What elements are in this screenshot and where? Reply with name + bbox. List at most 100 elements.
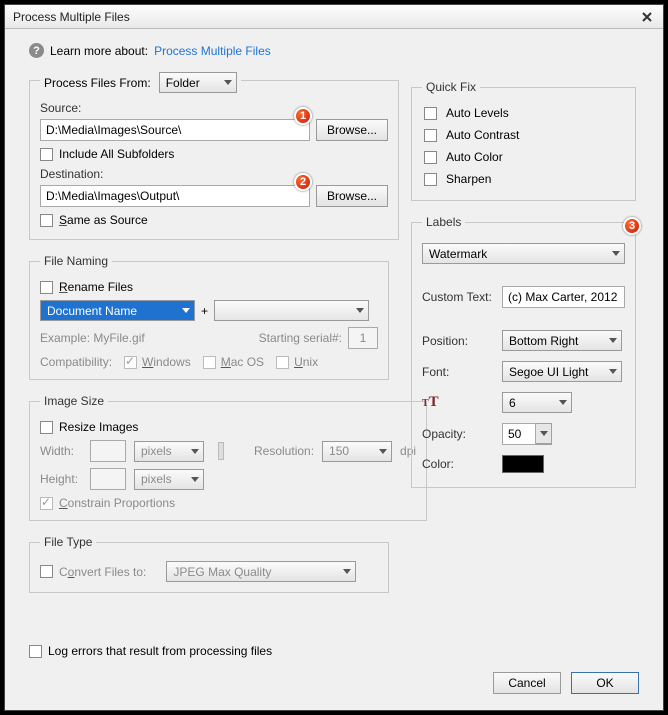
starting-serial-label: Starting serial#: — [259, 331, 342, 345]
font-select[interactable]: Segoe UI Light — [502, 361, 622, 382]
annotation-marker-3: 3 — [623, 217, 641, 235]
sharpen-label: Sharpen — [446, 172, 491, 186]
link-dimensions-icon — [218, 442, 224, 460]
height-label: Height: — [40, 472, 82, 486]
file-type-group: File Type Convert Files to: JPEG Max Qua… — [29, 535, 389, 593]
compat-windows-checkbox — [124, 356, 137, 369]
chevron-down-icon — [609, 369, 617, 374]
plus-label: + — [201, 304, 208, 318]
opacity-spinner[interactable] — [536, 423, 552, 445]
dialog-content: ? Learn more about: Process Multiple Fil… — [5, 29, 663, 710]
cancel-button[interactable]: Cancel — [493, 672, 561, 694]
height-input — [90, 468, 126, 490]
log-errors-label: Log errors that result from processing f… — [48, 644, 272, 658]
width-input — [90, 440, 126, 462]
height-unit-select: pixels — [134, 469, 204, 490]
image-size-legend: Image Size — [40, 394, 108, 408]
compat-unix-label: Unix — [294, 355, 318, 369]
labels-group: Labels 3 Watermark Custom Text: Position… — [411, 215, 636, 488]
font-label: Font: — [422, 365, 502, 379]
auto-contrast-checkbox[interactable] — [424, 129, 437, 142]
chevron-down-icon — [559, 400, 567, 405]
image-size-group: Image Size Resize Images Width: pixels R… — [29, 394, 427, 521]
process-from-label: Process Files From: — [44, 76, 151, 90]
example-label: Example: MyFile.gif — [40, 331, 145, 345]
auto-levels-checkbox[interactable] — [424, 107, 437, 120]
name-part1-select[interactable]: Document Name — [40, 300, 195, 321]
compat-unix-checkbox — [276, 356, 289, 369]
destination-browse-button[interactable]: Browse... — [316, 185, 388, 207]
labels-legend: Labels — [422, 215, 465, 229]
chevron-down-icon[interactable] — [536, 424, 551, 444]
log-errors-checkbox[interactable] — [29, 645, 42, 658]
compat-mac-checkbox — [203, 356, 216, 369]
process-from-group: Process Files From: Folder Source: Brows… — [29, 80, 399, 240]
color-swatch[interactable] — [502, 455, 544, 473]
process-from-select[interactable]: Folder — [159, 72, 237, 93]
chevron-down-icon — [191, 449, 199, 454]
source-browse-button[interactable]: Browse... — [316, 119, 388, 141]
convert-files-checkbox[interactable] — [40, 565, 53, 578]
opacity-input[interactable] — [502, 423, 536, 445]
dialog-window: Process Multiple Files ? Learn more abou… — [4, 4, 664, 711]
compat-label: Compatibility: — [40, 355, 112, 369]
same-as-source-checkbox[interactable] — [40, 214, 53, 227]
chevron-down-icon — [191, 477, 199, 482]
width-unit-select: pixels — [134, 441, 204, 462]
destination-path-input[interactable] — [40, 185, 310, 207]
resolution-label: Resolution: — [254, 444, 314, 458]
destination-label: Destination: — [40, 167, 103, 181]
resolution-select: 150 — [322, 441, 392, 462]
include-subfolders-label: Include All Subfolders — [59, 147, 174, 161]
opacity-label: Opacity: — [422, 427, 502, 441]
label-type-select[interactable]: Watermark — [422, 243, 625, 264]
quick-fix-legend: Quick Fix — [422, 80, 480, 94]
font-size-select[interactable]: 6 — [502, 392, 572, 413]
chevron-down-icon — [182, 308, 190, 313]
titlebar: Process Multiple Files — [5, 5, 663, 29]
position-label: Position: — [422, 334, 502, 348]
learn-more-link[interactable]: Process Multiple Files — [154, 44, 271, 58]
same-as-source-label: Same as Source — [59, 213, 148, 227]
chevron-down-icon — [356, 308, 364, 313]
chevron-down-icon — [609, 338, 617, 343]
chevron-down-icon — [612, 251, 620, 256]
sharpen-checkbox[interactable] — [424, 173, 437, 186]
name-part2-select[interactable] — [214, 300, 369, 321]
text-size-icon: TT — [422, 394, 439, 410]
help-icon: ? — [29, 43, 44, 58]
include-subfolders-checkbox[interactable] — [40, 148, 53, 161]
file-naming-group: File Naming Rename Files Document Name + — [29, 254, 389, 380]
chevron-down-icon — [379, 449, 387, 454]
rename-files-checkbox[interactable] — [40, 281, 53, 294]
width-label: Width: — [40, 444, 82, 458]
close-icon[interactable] — [639, 10, 655, 24]
auto-color-checkbox[interactable] — [424, 151, 437, 164]
source-path-input[interactable] — [40, 119, 310, 141]
resize-images-checkbox[interactable] — [40, 421, 53, 434]
compat-windows-label: Windows — [142, 355, 191, 369]
position-select[interactable]: Bottom Right — [502, 330, 622, 351]
log-errors-row: Log errors that result from processing f… — [29, 644, 272, 658]
starting-serial-input — [348, 327, 378, 349]
resize-images-label: Resize Images — [59, 420, 138, 434]
auto-contrast-label: Auto Contrast — [446, 128, 519, 142]
rename-files-label: Rename Files — [59, 280, 133, 294]
chevron-down-icon — [224, 80, 232, 85]
constrain-label: Constrain Proportions — [59, 496, 175, 510]
window-title: Process Multiple Files — [13, 10, 130, 24]
annotation-marker-1: 1 — [294, 107, 312, 125]
custom-text-label: Custom Text: — [422, 290, 502, 304]
file-type-legend: File Type — [40, 535, 96, 549]
quick-fix-group: Quick Fix Auto Levels Auto Contrast Auto… — [411, 80, 636, 201]
constrain-checkbox — [40, 497, 53, 510]
source-label: Source: — [40, 101, 81, 115]
auto-levels-label: Auto Levels — [446, 106, 509, 120]
ok-button[interactable]: OK — [571, 672, 639, 694]
annotation-marker-2: 2 — [294, 173, 312, 191]
custom-text-input[interactable] — [502, 286, 625, 308]
dialog-footer: Cancel OK — [29, 672, 639, 694]
file-naming-legend: File Naming — [40, 254, 112, 268]
auto-color-label: Auto Color — [446, 150, 503, 164]
compat-mac-label: Mac OS — [221, 355, 264, 369]
